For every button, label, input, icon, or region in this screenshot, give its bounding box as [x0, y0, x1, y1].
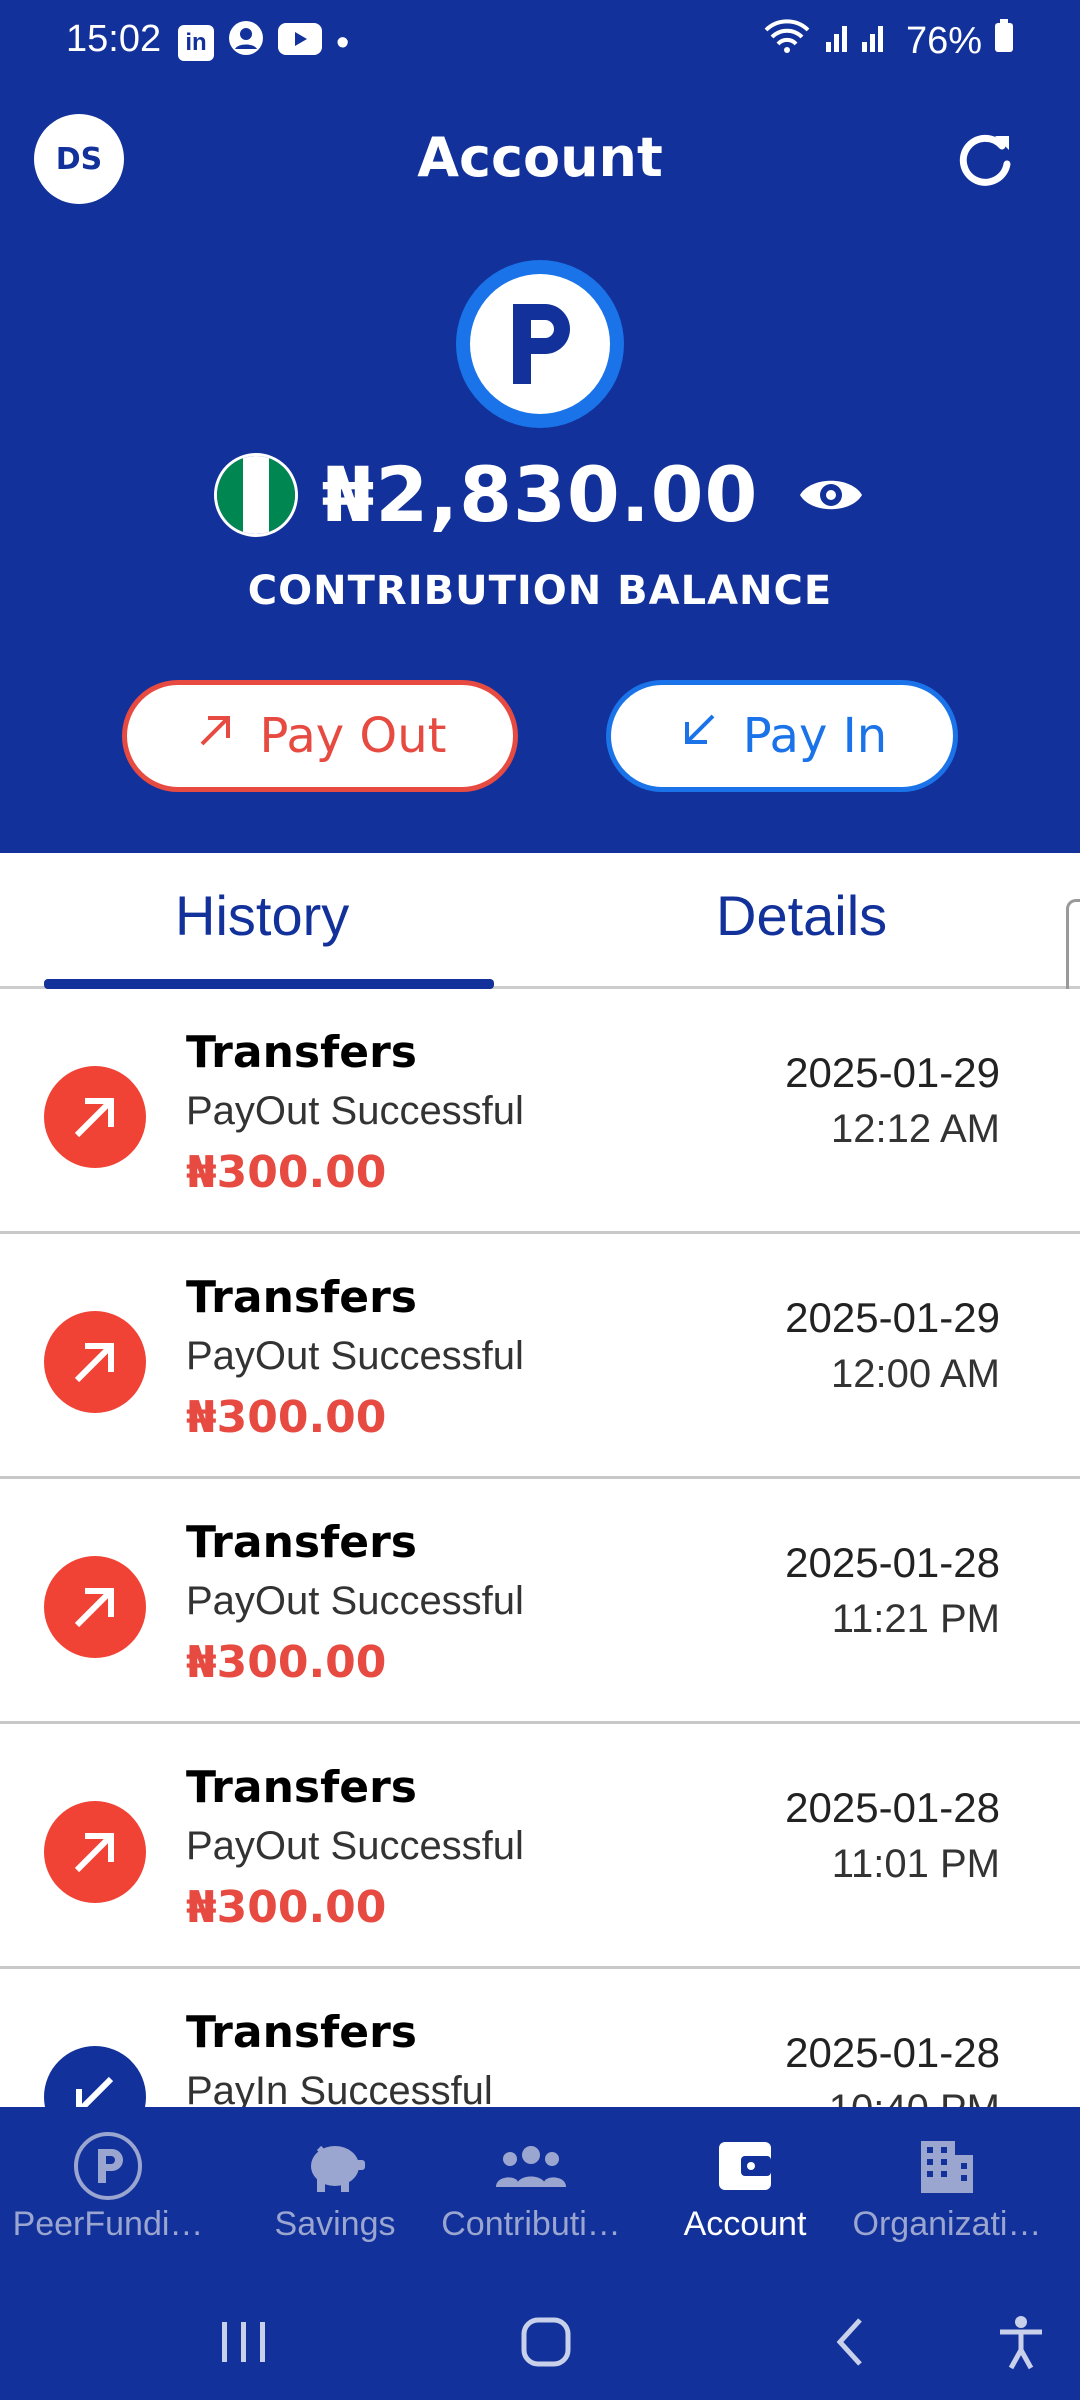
- youtube-icon: [278, 22, 322, 65]
- history-row[interactable]: Transfers PayIn Successful 2025-01-28 10…: [0, 1969, 1080, 2107]
- peerfunding-logo-icon: [456, 260, 624, 428]
- payout-arrow-icon: [44, 1311, 146, 1413]
- refresh-icon[interactable]: [950, 124, 1020, 194]
- transaction-type: Transfers: [186, 1762, 417, 1813]
- arrow-down-left-icon: [677, 708, 721, 764]
- payout-arrow-icon: [44, 1556, 146, 1658]
- transaction-time: 11:21 PM: [831, 1597, 1000, 1641]
- pay-in-label: Pay In: [742, 708, 888, 764]
- transaction-status: PayOut Successful: [186, 1579, 524, 1623]
- payout-arrow-icon: [44, 1801, 146, 1903]
- tab-details[interactable]: Details: [716, 883, 887, 948]
- transaction-date: 2025-01-29: [785, 1294, 1000, 1341]
- history-row[interactable]: Transfers PayOut Successful ₦300.00 2025…: [0, 1724, 1080, 1969]
- transaction-time: 12:00 AM: [830, 1352, 1000, 1396]
- recent-apps-icon[interactable]: [214, 2318, 274, 2370]
- home-icon[interactable]: [520, 2316, 572, 2372]
- balance-label: CONTRIBUTION BALANCE: [247, 568, 833, 614]
- wifi-icon: [762, 18, 812, 64]
- linkedin-icon: in: [178, 25, 214, 61]
- nigeria-flag-icon: [213, 452, 298, 537]
- piggy-bank-icon: [227, 2133, 443, 2199]
- tab-indicator: [44, 979, 494, 989]
- tab-history[interactable]: History: [175, 883, 349, 948]
- transaction-status: PayOut Successful: [186, 1824, 524, 1868]
- history-row[interactable]: Transfers PayOut Successful ₦300.00 2025…: [0, 1479, 1080, 1724]
- transaction-status: PayIn Successful: [186, 2069, 493, 2107]
- history-list[interactable]: Transfers PayOut Successful ₦300.00 2025…: [0, 989, 1080, 2107]
- nav-contributions[interactable]: Contributi…: [423, 2133, 639, 2244]
- transaction-type: Transfers: [186, 2007, 417, 2058]
- eye-icon[interactable]: [796, 470, 866, 520]
- wallet-icon: [637, 2133, 853, 2199]
- account-circle-icon: [228, 20, 264, 66]
- payin-check-icon: [44, 2046, 146, 2107]
- bottom-nav: PeerFundi… Savings Contributi… Account O…: [0, 2107, 1080, 2282]
- people-group-icon: [423, 2133, 639, 2199]
- history-row[interactable]: Transfers PayOut Successful ₦300.00 2025…: [0, 989, 1080, 1234]
- history-row[interactable]: Transfers PayOut Successful ₦300.00 2025…: [0, 1234, 1080, 1479]
- battery-level: 76%: [905, 19, 982, 62]
- page-title: Account: [417, 126, 663, 189]
- transaction-date: 2025-01-28: [785, 1784, 1000, 1831]
- nav-organizations[interactable]: Organizati…: [839, 2133, 1055, 2244]
- transaction-date: 2025-01-29: [785, 1049, 1000, 1096]
- status-bar: 15:02 in • 76%: [0, 0, 1080, 78]
- transaction-amount: ₦300.00: [186, 1392, 387, 1443]
- transaction-type: Transfers: [186, 1272, 417, 1323]
- pay-out-label: Pay Out: [259, 708, 447, 764]
- balance-amount: ₦2,830.00: [321, 450, 759, 539]
- transaction-time: 12:12 AM: [830, 1107, 1000, 1151]
- transaction-date: 2025-01-28: [785, 1539, 1000, 1586]
- transaction-date: 2025-01-28: [785, 2029, 1000, 2076]
- peerfunding-logo-icon: [0, 2132, 216, 2200]
- transaction-time: 11:01 PM: [831, 1842, 1000, 1886]
- nav-savings[interactable]: Savings: [227, 2133, 443, 2244]
- transaction-time: 10:40 PM: [829, 2087, 1000, 2107]
- payout-arrow-icon: [44, 1066, 146, 1168]
- tab-bar: History Details: [0, 853, 1080, 1229]
- battery-icon: [994, 19, 1014, 63]
- status-time: 15:02: [66, 18, 162, 60]
- system-nav-bar: [0, 2282, 1080, 2400]
- notification-dot-icon: •: [336, 21, 350, 64]
- transaction-type: Transfers: [186, 1517, 417, 1568]
- pay-in-button[interactable]: Pay In: [606, 680, 958, 792]
- signal-icon: [824, 18, 894, 64]
- transaction-amount: ₦300.00: [186, 1882, 387, 1933]
- transaction-status: PayOut Successful: [186, 1334, 524, 1378]
- transaction-type: Transfers: [186, 1027, 417, 1078]
- nav-account[interactable]: Account: [637, 2133, 853, 2244]
- transaction-amount: ₦300.00: [186, 1637, 387, 1688]
- building-icon: [839, 2133, 1055, 2199]
- nav-peerfunding[interactable]: PeerFundi…: [0, 2132, 216, 2244]
- pay-out-button[interactable]: Pay Out: [122, 680, 518, 792]
- account-header: DS Account ₦2,830.00 CONTRIBUTION BALANC…: [0, 78, 1080, 853]
- back-icon[interactable]: [830, 2316, 870, 2372]
- transaction-status: PayOut Successful: [186, 1089, 524, 1133]
- arrow-up-right-icon: [194, 708, 238, 764]
- transaction-amount: ₦300.00: [186, 1147, 387, 1198]
- accessibility-icon[interactable]: [996, 2314, 1046, 2374]
